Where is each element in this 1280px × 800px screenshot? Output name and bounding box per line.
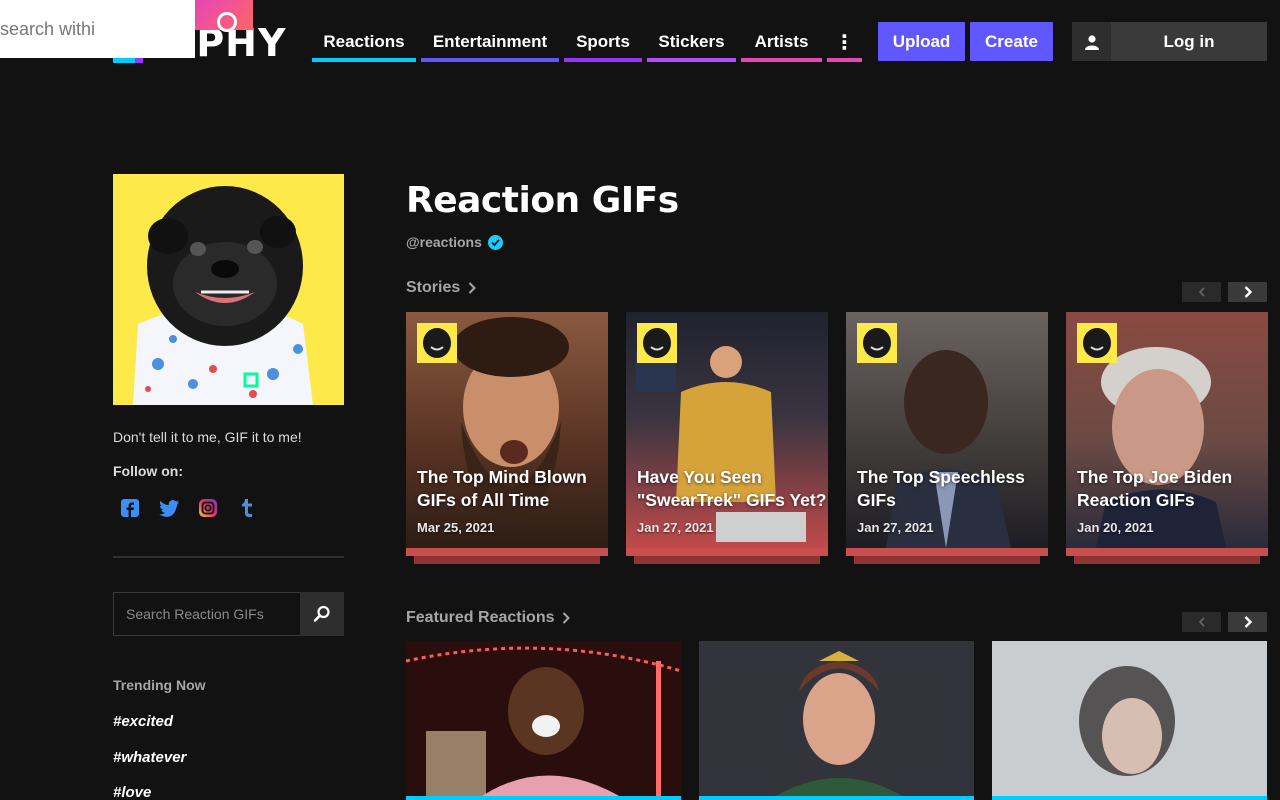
featured-gif[interactable]	[699, 641, 974, 800]
story-accent-bar	[634, 556, 820, 564]
featured-link[interactable]: Featured Reactions	[406, 609, 571, 627]
facebook-icon[interactable]	[120, 498, 140, 518]
story-title: The Top Mind Blown GIFs of All Time	[417, 467, 587, 510]
nav-more-icon[interactable]: ⋮	[827, 22, 862, 62]
page-title: Reaction GIFs	[406, 180, 679, 221]
trending-tag[interactable]: #whatever	[113, 749, 186, 766]
nav-label: Entertainment	[432, 32, 548, 51]
featured-accent-bar	[992, 796, 1267, 800]
channel-avatar	[113, 174, 344, 405]
social-links	[120, 498, 257, 518]
instagram-icon[interactable]	[198, 498, 218, 518]
nav-reactions[interactable]: Reactions	[312, 22, 416, 62]
channel-search	[113, 592, 344, 636]
nav-entertainment[interactable]: Entertainment	[421, 22, 559, 62]
chevron-right-icon	[469, 282, 477, 294]
story-accent-bar	[1066, 548, 1268, 556]
sidebar-divider	[113, 556, 344, 558]
follow-label: Follow on:	[113, 463, 183, 479]
nav-artists[interactable]: Artists	[741, 22, 822, 62]
create-label: Create	[985, 31, 1038, 51]
story-card[interactable]: Have You Seen "SwearTrek" GIFs Yet? Jan …	[626, 312, 828, 564]
trending-title: Trending Now	[113, 677, 206, 693]
stories-link[interactable]: Stories	[406, 279, 477, 297]
search-icon	[313, 605, 330, 622]
story-accent-bar	[406, 548, 608, 556]
story-channel-avatar	[637, 323, 677, 363]
chevron-right-icon	[1244, 286, 1252, 298]
featured-accent-bar	[406, 796, 681, 800]
featured-label: Featured Reactions	[406, 609, 555, 626]
more-dots-icon: ⋮	[834, 31, 855, 54]
story-title: The Top Speechless GIFs	[857, 467, 1025, 510]
trending-tag[interactable]: #love	[113, 784, 151, 800]
stories-label: Stories	[406, 279, 461, 296]
nav-label: Reactions	[323, 32, 405, 51]
featured-next-button[interactable]	[1228, 612, 1267, 632]
story-date: Jan 20, 2021	[1077, 520, 1154, 535]
story-channel-avatar	[1077, 323, 1117, 363]
upload-button[interactable]: Upload	[878, 22, 965, 61]
story-card[interactable]: The Top Speechless GIFs Jan 27, 2021	[846, 312, 1048, 564]
story-accent-bar	[846, 548, 1048, 556]
stories-prev-button[interactable]	[1182, 282, 1221, 302]
trending-tag[interactable]: #excited	[113, 713, 173, 730]
story-title: Have You Seen "SwearTrek" GIFs Yet?	[637, 467, 827, 510]
twitter-icon[interactable]	[159, 498, 179, 518]
main-nav: Reactions Entertainment Sports Stickers …	[312, 22, 867, 62]
story-date: Jan 27, 2021	[857, 520, 934, 535]
search-icon	[217, 12, 237, 32]
story-card[interactable]: The Top Mind Blown GIFs of All Time Mar …	[406, 312, 608, 564]
nav-stickers[interactable]: Stickers	[647, 22, 736, 62]
create-button[interactable]: Create	[970, 22, 1053, 61]
story-channel-avatar	[417, 323, 457, 363]
chevron-left-icon	[1198, 287, 1205, 297]
nav-label: Stickers	[658, 32, 725, 51]
featured-prev-button[interactable]	[1182, 612, 1221, 632]
channel-search-button[interactable]	[300, 592, 344, 636]
featured-gif[interactable]	[992, 641, 1267, 800]
story-accent-bar	[854, 556, 1040, 564]
nav-sports[interactable]: Sports	[564, 22, 642, 62]
story-accent-bar	[1074, 556, 1260, 564]
chevron-right-icon	[563, 612, 571, 624]
story-accent-bar	[414, 556, 600, 564]
story-title: The Top Joe Biden Reaction GIFs	[1077, 467, 1233, 510]
chevron-left-icon	[1198, 617, 1205, 627]
login-button[interactable]: Log in	[1072, 22, 1267, 61]
tumblr-icon[interactable]	[237, 498, 257, 518]
story-accent-bar	[626, 548, 828, 556]
nav-label: Sports	[576, 32, 630, 51]
stories-next-button[interactable]	[1228, 282, 1267, 302]
search-input[interactable]: search withi	[0, 0, 195, 58]
nav-label: Artists	[754, 32, 809, 51]
login-label: Log in	[1163, 31, 1215, 51]
channel-tagline: Don't tell it to me, GIF it to me!	[113, 429, 302, 445]
featured-accent-bar	[699, 796, 974, 800]
chevron-right-icon	[1244, 616, 1252, 628]
story-channel-avatar	[857, 323, 897, 363]
upload-label: Upload	[892, 31, 951, 51]
stories-carousel-controls	[1182, 282, 1267, 302]
story-card[interactable]: The Top Joe Biden Reaction GIFs Jan 20, …	[1066, 312, 1268, 564]
handle-text: @reactions	[406, 234, 482, 250]
featured-carousel-controls	[1182, 612, 1267, 632]
verified-icon	[487, 234, 503, 250]
channel-handle: @reactions	[406, 234, 503, 250]
channel-search-input[interactable]	[113, 592, 300, 636]
user-icon	[1072, 22, 1111, 61]
featured-gif[interactable]	[406, 641, 681, 800]
search-input-text: search withi	[0, 19, 96, 39]
story-date: Jan 27, 2021	[637, 520, 714, 535]
search-button[interactable]	[195, 0, 253, 32]
story-date: Mar 25, 2021	[417, 520, 495, 535]
